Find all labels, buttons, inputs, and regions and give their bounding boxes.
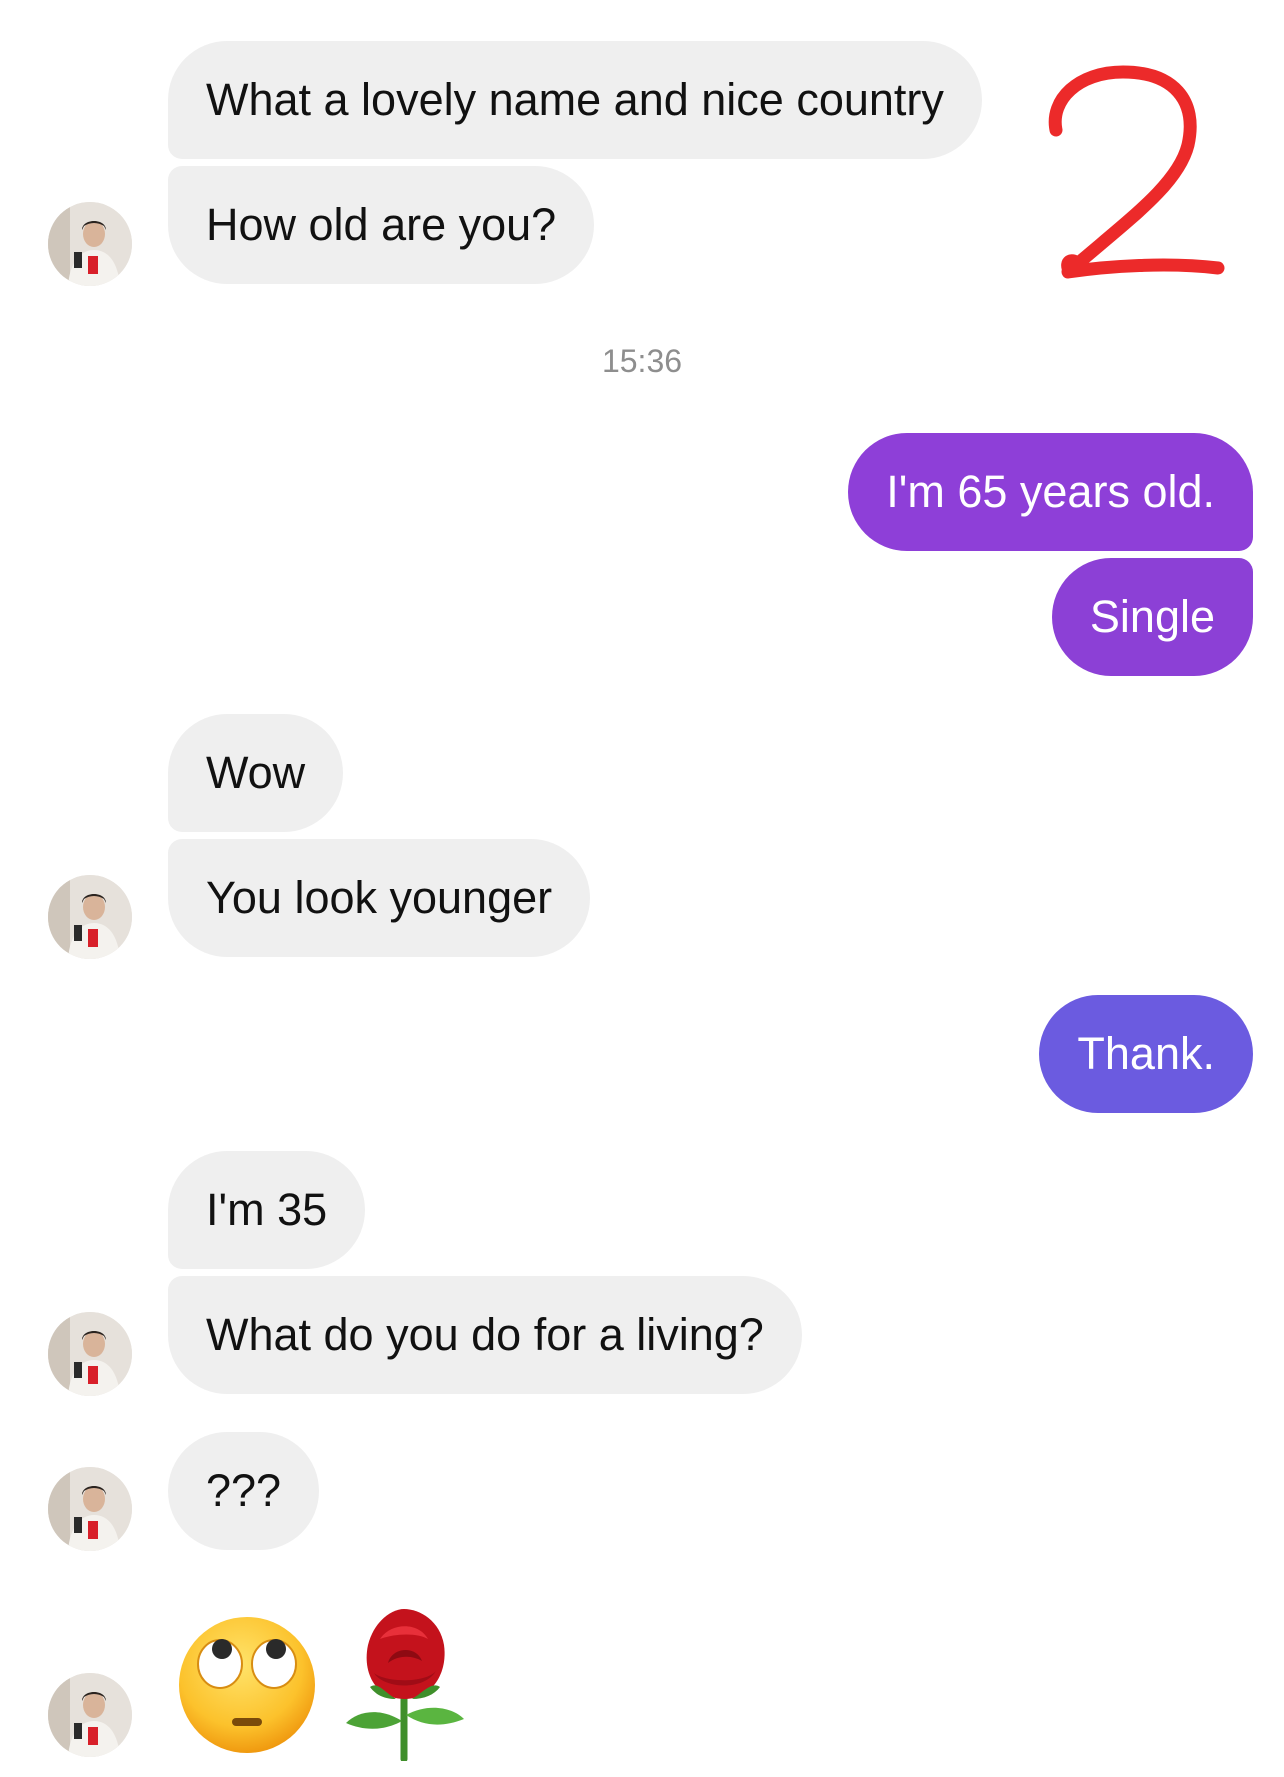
incoming-message[interactable]: Wow xyxy=(168,714,344,832)
incoming-message[interactable]: What do you do for a living? xyxy=(168,1276,802,1394)
incoming-message[interactable]: What a lovely name and nice country xyxy=(168,41,982,159)
avatar-photo-icon xyxy=(48,875,132,959)
incoming-message[interactable]: You look younger xyxy=(168,839,591,957)
contact-avatar[interactable] xyxy=(48,1673,132,1757)
outgoing-message[interactable]: I'm 65 years old. xyxy=(848,433,1253,551)
incoming-message[interactable]: How old are you? xyxy=(168,166,595,284)
incoming-message[interactable]: I'm 35 xyxy=(168,1151,366,1269)
message-timestamp: 15:36 xyxy=(601,343,683,379)
avatar-photo-icon xyxy=(48,1467,132,1551)
outgoing-message[interactable]: Thank. xyxy=(1039,995,1253,1113)
avatar-photo-icon xyxy=(48,1673,132,1757)
contact-avatar[interactable] xyxy=(48,202,132,286)
rose-icon[interactable] xyxy=(340,1603,470,1761)
avatar-photo-icon xyxy=(48,202,132,286)
outgoing-message[interactable]: Single xyxy=(1051,558,1253,676)
handwritten-number-annotation xyxy=(1048,65,1225,279)
contact-avatar[interactable] xyxy=(48,1467,132,1551)
face-with-rolling-eyes-icon[interactable] xyxy=(176,1614,318,1756)
avatar-photo-icon xyxy=(48,1312,132,1396)
contact-avatar[interactable] xyxy=(48,875,132,959)
incoming-message[interactable]: ??? xyxy=(168,1432,320,1550)
contact-avatar[interactable] xyxy=(48,1312,132,1396)
